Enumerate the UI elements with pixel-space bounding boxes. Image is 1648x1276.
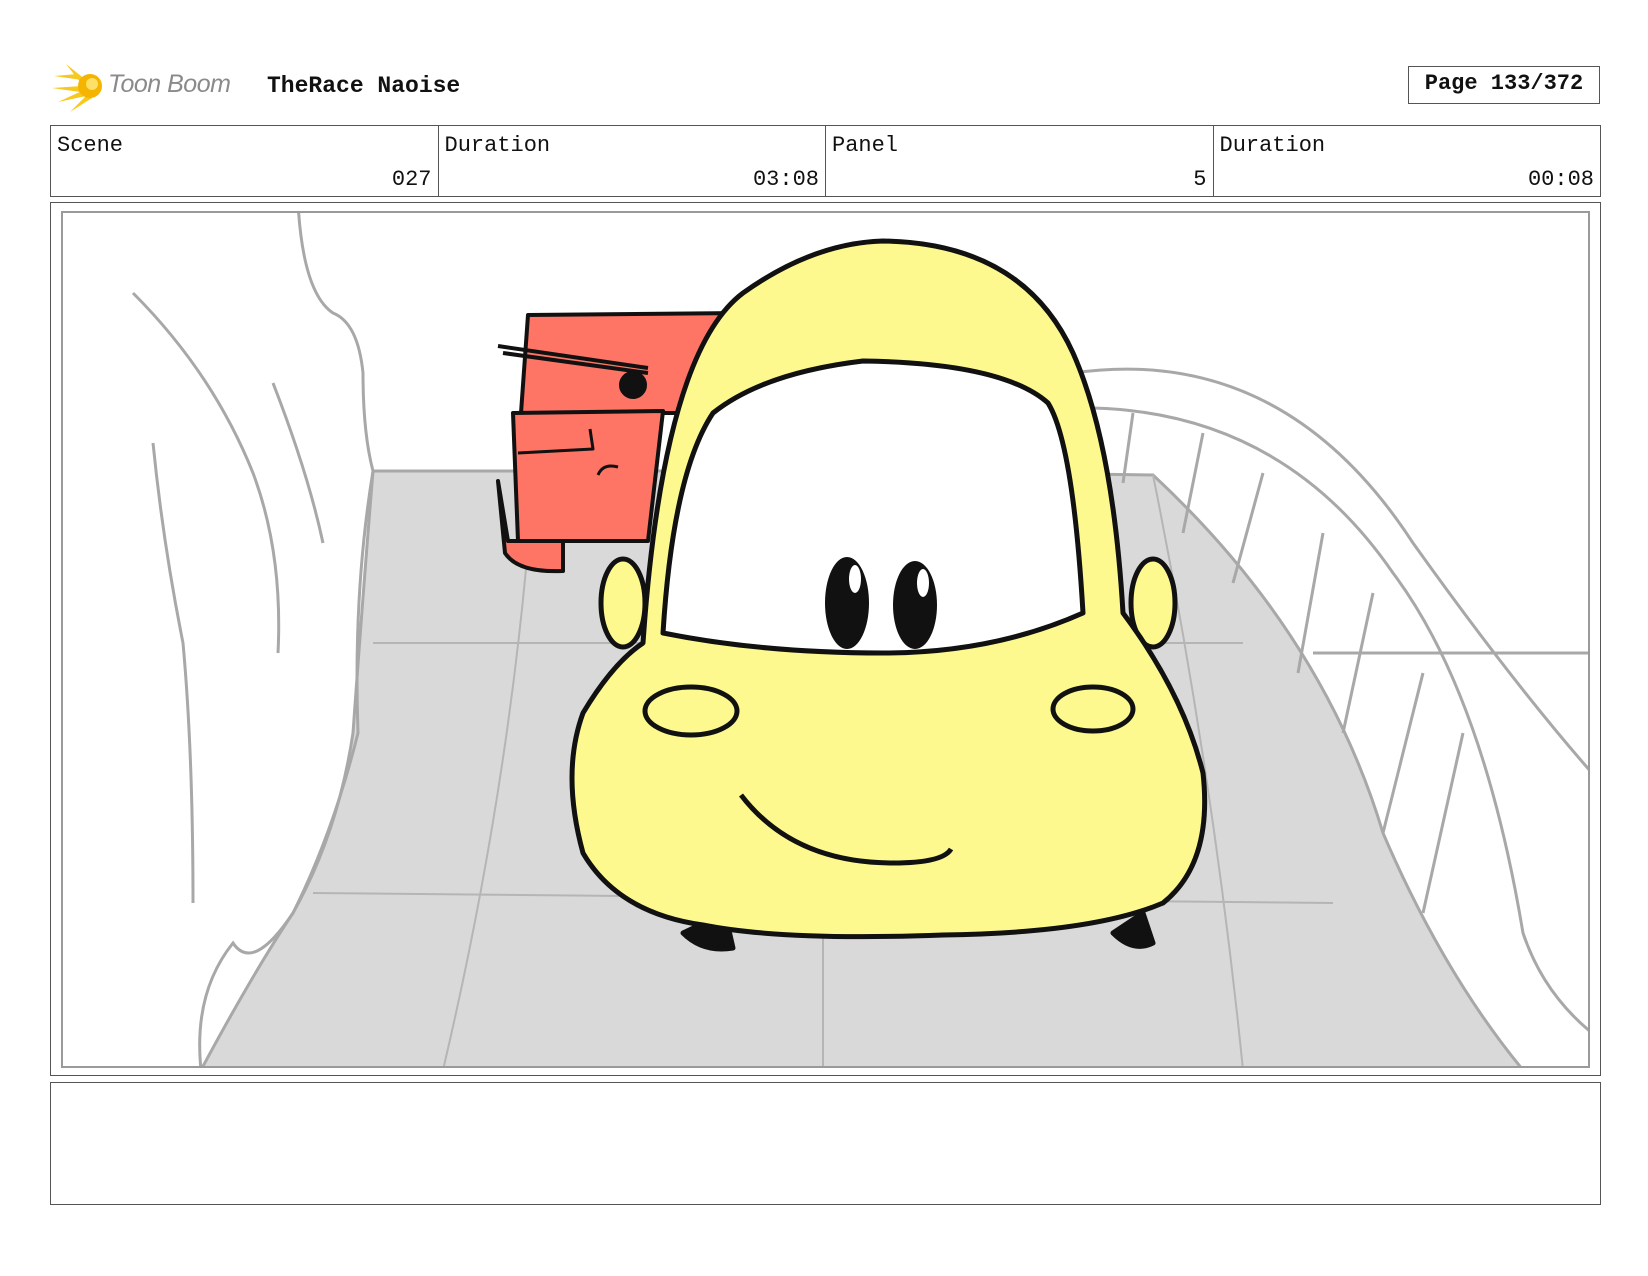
panel-value: 5: [1193, 167, 1207, 192]
panel-cell: Panel 5: [826, 126, 1214, 196]
scene-duration-cell: Duration 03:08: [439, 126, 826, 196]
panel-duration-cell: Duration 00:08: [1214, 126, 1601, 196]
page-indicator: Page 133/372: [1408, 66, 1600, 104]
storyboard-drawing: [131, 213, 1588, 1066]
scene-label: Scene: [57, 133, 124, 158]
panel-duration-label: Duration: [1219, 133, 1326, 158]
panel-label: Panel: [832, 133, 899, 158]
scene-value: 027: [391, 167, 432, 192]
project-title: TheRace Naoise: [267, 73, 461, 99]
panel-notes: [50, 1082, 1601, 1205]
scene-cell: Scene 027: [51, 126, 439, 196]
scene-info-table: Scene 027 Duration 03:08 Panel 5 Duratio…: [50, 125, 1601, 197]
scene-duration-value: 03:08: [752, 167, 819, 192]
logo-wordmark: Toon Boom: [108, 70, 231, 98]
storyboard-panel: [61, 211, 1590, 1068]
panel-duration-value: 00:08: [1527, 167, 1594, 192]
scene-duration-label: Duration: [444, 133, 551, 158]
